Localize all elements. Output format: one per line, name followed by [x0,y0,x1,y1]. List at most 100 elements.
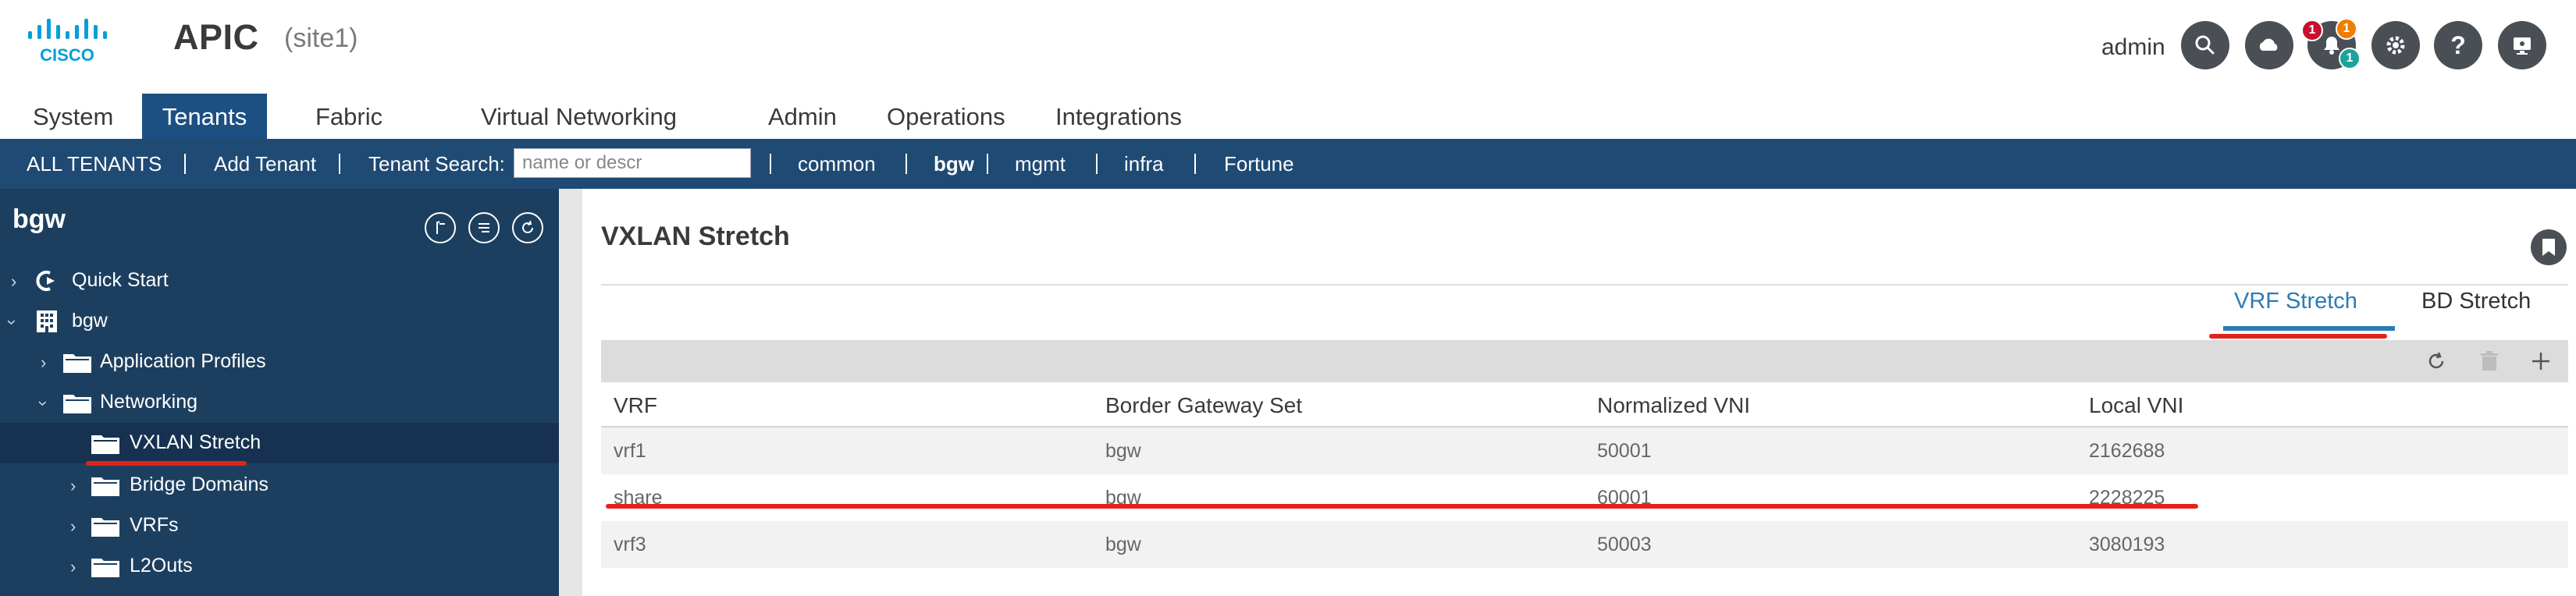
separator [184,154,186,174]
tree-item-networking[interactable]: › Networking [0,382,559,423]
work-pane: VXLAN Stretch VRF Stretch BD Stretch VRF… [582,204,2576,596]
tree-item-vxlan-stretch[interactable]: VXLAN Stretch [0,423,559,463]
user-name[interactable]: admin [2101,34,2165,61]
all-tenants-link[interactable]: ALL TENANTS [27,139,162,189]
cloud-button[interactable] [2245,21,2293,69]
trash-icon[interactable] [2476,348,2503,374]
tab-integrations[interactable]: Integrations [1055,94,1182,140]
separator [906,154,907,174]
tenant-subnav: ALL TENANTS Add Tenant Tenant Search: co… [0,139,2576,189]
page-title: VXLAN Stretch [601,222,790,251]
tree-item-label: Quick Start [72,269,169,291]
tree-item-vrfs[interactable]: › VRFs [0,506,559,546]
search-icon [2195,35,2215,55]
chevron-right-icon[interactable]: › [11,271,16,292]
site-label: (site1) [284,23,358,53]
cell-local-vni: 2162688 [2089,440,2165,462]
cell-border-gateway-set: bgw [1105,534,1141,555]
tab-bd-stretch[interactable]: BD Stretch [2421,289,2531,314]
notifications-button[interactable]: 1 1 1 [2301,18,2361,69]
chevron-down-icon[interactable]: › [34,400,54,406]
tree-item-application-profiles[interactable]: › Application Profiles [0,342,559,382]
cell-border-gateway-set: bgw [1105,440,1141,462]
cell-normalized-vni: 50001 [1597,440,1652,462]
main-tabs: System Tenants Fabric Virtual Networking… [0,94,2576,140]
table-header: VRF Border Gateway Set Normalized VNI Lo… [601,385,2568,427]
tree-item-label: L2Outs [130,555,193,576]
chevron-right-icon[interactable]: › [41,353,46,373]
table-row[interactable]: share bgw 60001 2228225 [601,474,2568,521]
tree-item-bridge-domains[interactable]: › Bridge Domains [0,465,559,506]
navigation-panel: bgw › Quick Start › bgw › Application Pr… [0,189,559,596]
table-row[interactable]: vrf3 bgw 50003 3080193 [601,521,2568,568]
tab-system[interactable]: System [33,94,113,140]
column-header-border-gateway-set[interactable]: Border Gateway Set [1105,393,1302,418]
refresh-icon[interactable] [512,212,543,243]
table-toolbar [601,340,2568,382]
folder-icon [91,433,120,459]
tab-tenants[interactable]: Tenants [142,94,267,140]
minor-fault-badge: 1 [2339,48,2361,69]
tree-item-quick-start[interactable]: › Quick Start [0,261,559,301]
tab-fabric[interactable]: Fabric [315,94,382,140]
search-button[interactable] [2181,21,2229,69]
svg-text:CISCO: CISCO [40,45,94,64]
app-header: CISCO APIC (site1) admin 1 1 1 ? [0,0,2576,87]
column-header-normalized-vni[interactable]: Normalized VNI [1597,393,1750,418]
tenant-search-input[interactable] [514,148,751,178]
tenant-link-infra[interactable]: infra [1124,139,1164,189]
refresh-icon[interactable] [2423,348,2450,374]
separator [1096,154,1098,174]
tabs-divider [601,284,2568,286]
tenant-search-label: Tenant Search: [368,152,505,176]
list-view-icon[interactable] [468,212,500,243]
tree-item-label: VRFs [130,514,179,536]
bookmark-button[interactable] [2531,229,2567,265]
folder-icon [91,556,120,582]
separator [1194,154,1196,174]
highlight-underline [606,504,2198,509]
tree-item-tenant-bgw[interactable]: › bgw [0,301,559,342]
gear-icon [2386,36,2405,55]
tab-virtual-networking[interactable]: Virtual Networking [481,94,677,140]
tab-vrf-stretch[interactable]: VRF Stretch [2234,289,2357,314]
tenant-link-common[interactable]: common [798,139,876,189]
folder-icon [91,516,120,541]
add-tenant-link[interactable]: Add Tenant [214,139,316,189]
cell-vrf: vrf1 [614,440,646,462]
folder-icon [91,475,120,501]
cloud-icon [2259,38,2278,51]
column-header-vrf[interactable]: VRF [614,393,657,418]
tree-item-label: Application Profiles [100,350,266,372]
collapse-icon[interactable] [425,212,456,243]
chevron-right-icon[interactable]: › [70,476,76,496]
tenant-building-icon [34,309,59,338]
chevron-right-icon[interactable]: › [70,557,76,577]
tenant-link-fortune[interactable]: Fortune [1224,139,1294,189]
help-button[interactable]: ? [2434,21,2482,69]
tenant-link-bgw[interactable]: bgw [934,139,974,189]
cell-vrf: vrf3 [614,534,646,555]
tab-admin[interactable]: Admin [768,94,837,140]
cell-local-vni: 3080193 [2089,534,2165,555]
tab-operations[interactable]: Operations [887,94,1005,140]
column-header-local-vni[interactable]: Local VNI [2089,393,2183,418]
chevron-down-icon[interactable]: › [2,319,23,325]
chevron-right-icon[interactable]: › [70,516,76,537]
tree-item-l2outs[interactable]: › L2Outs [0,546,559,587]
cisco-logo: CISCO [27,16,114,65]
panel-title: bgw [12,204,66,234]
cell-normalized-vni: 50003 [1597,534,1652,555]
folder-icon [62,392,92,418]
separator [770,154,771,174]
settings-button[interactable] [2371,21,2420,69]
tree-item-label: bgw [72,310,108,332]
tenant-link-mgmt[interactable]: mgmt [1015,139,1066,189]
panel-divider[interactable] [559,189,582,596]
add-icon[interactable] [2528,348,2554,374]
monitor-button[interactable] [2498,21,2546,69]
table-row[interactable]: vrf1 bgw 50001 2162688 [601,427,2568,474]
help-icon: ? [2450,30,2466,59]
separator [987,154,988,174]
critical-fault-badge: 1 [2301,20,2323,41]
